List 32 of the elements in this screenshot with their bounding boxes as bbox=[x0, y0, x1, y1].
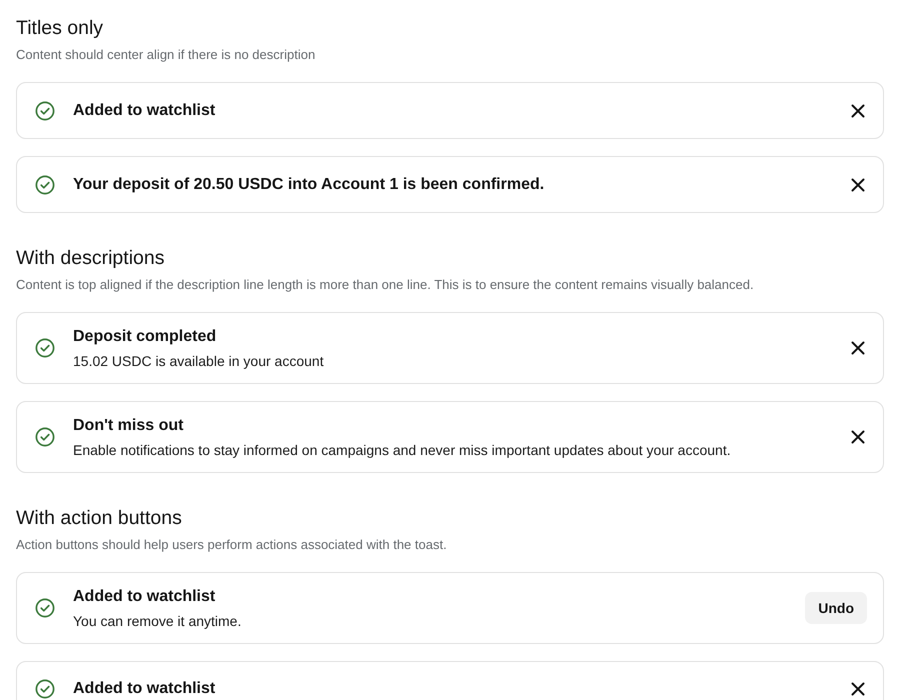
check-circle-icon bbox=[35, 598, 55, 618]
close-icon bbox=[851, 430, 865, 444]
toast-description: You can remove it anytime. bbox=[73, 612, 242, 631]
section-title: Titles only bbox=[16, 16, 104, 41]
section-title: With action buttons bbox=[16, 506, 183, 531]
undo-button[interactable]: Undo bbox=[805, 592, 867, 624]
section-description: Action buttons should help users perform actions associated with the toast. bbox=[16, 536, 448, 554]
toast-title: Added to watchlist bbox=[73, 100, 216, 120]
close-icon bbox=[851, 341, 865, 355]
toast-description: 15.02 USDC is available in your account bbox=[73, 352, 325, 371]
check-circle-icon bbox=[35, 174, 55, 194]
close-button[interactable] bbox=[850, 176, 866, 192]
toast-title: Your deposit of 20.50 USDC into Account 1 is been confirmed. bbox=[73, 174, 546, 194]
close-button[interactable] bbox=[850, 340, 866, 356]
close-button[interactable] bbox=[850, 681, 866, 697]
check-circle-icon bbox=[35, 100, 55, 120]
toast-title: Added to watchlist bbox=[73, 679, 216, 699]
section-title: With descriptions bbox=[16, 246, 166, 271]
close-icon bbox=[851, 178, 865, 192]
toast-description: Enable notifications to stay informed on campaigns and never miss important updates about your account. bbox=[73, 441, 732, 460]
close-button[interactable] bbox=[850, 429, 866, 445]
close-icon bbox=[851, 104, 865, 118]
close-button[interactable] bbox=[850, 102, 866, 118]
toast-title: Deposit completed bbox=[73, 327, 218, 347]
close-icon bbox=[851, 682, 865, 696]
check-circle-icon bbox=[35, 679, 55, 699]
section-description: Content should center align if there is no description bbox=[16, 46, 316, 64]
section-description: Content is top aligned if the description line length is more than one line. This is to ensure the content remains visually balanced. bbox=[16, 276, 755, 294]
toast-title: Don't miss out bbox=[73, 416, 184, 436]
check-circle-icon bbox=[35, 427, 55, 447]
check-circle-icon bbox=[35, 338, 55, 358]
toast-title: Added to watchlist bbox=[73, 587, 216, 607]
